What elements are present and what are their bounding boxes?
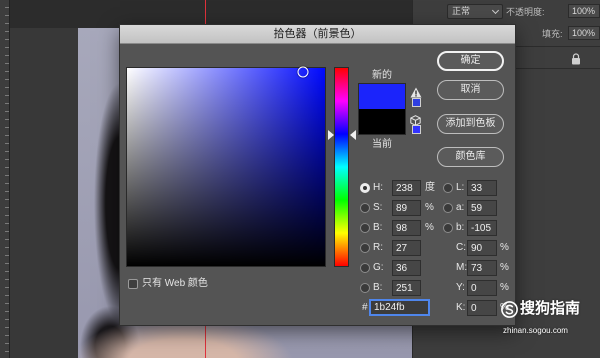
web-colors-checkbox[interactable]	[128, 279, 138, 289]
blue-input[interactable]	[392, 280, 421, 296]
cancel-button[interactable]: 取消	[437, 80, 504, 100]
current-color-swatch[interactable]	[359, 109, 405, 134]
field-label: S:	[373, 202, 383, 213]
cmyk-row-m: M: %	[443, 260, 513, 276]
black-input[interactable]	[467, 300, 497, 316]
opacity-field[interactable]: 100%	[568, 4, 600, 18]
color-picker-marker[interactable]	[297, 66, 309, 78]
lab-row-l: L:	[443, 180, 513, 196]
field-label: B:	[373, 282, 383, 293]
radio-s[interactable]	[360, 203, 370, 213]
current-color-label: 当前	[372, 139, 392, 150]
web-safe-color-swatch[interactable]	[412, 125, 421, 134]
brightness-input[interactable]	[392, 220, 421, 236]
color-picker-dialog: 拾色器（前景色） 新的 当前 确定 取消 添加到色板 颜色库 H: 度 S: %…	[120, 25, 515, 325]
field-unit: %	[425, 222, 434, 233]
lab-row-a: a:	[443, 200, 513, 216]
cmyk-row-y: Y: %	[443, 280, 513, 296]
hsb-row-h: H: 度	[360, 180, 440, 196]
magenta-input[interactable]	[467, 260, 497, 276]
blend-mode-dropdown[interactable]: 正常	[447, 4, 503, 19]
field-label: b:	[456, 222, 465, 233]
rgb-row-g: G:	[360, 260, 440, 276]
field-unit: 度	[425, 182, 435, 193]
blend-mode-value: 正常	[452, 6, 471, 16]
web-colors-label[interactable]: 只有 Web 颜色	[142, 277, 208, 291]
gamut-color-swatch[interactable]	[412, 98, 421, 107]
hue-slider-left-arrow[interactable]	[328, 130, 334, 141]
green-input[interactable]	[392, 260, 421, 276]
rgb-row-b: B:	[360, 280, 440, 296]
watermark-url: zhinan.sogou.com	[503, 326, 568, 335]
workspace-top-area	[10, 0, 412, 28]
new-color-swatch	[359, 84, 405, 109]
field-label: M:	[456, 262, 468, 273]
field-unit: %	[500, 242, 509, 253]
yellow-input[interactable]	[467, 280, 497, 296]
radio-h[interactable]	[360, 183, 370, 193]
saturation-input[interactable]	[392, 200, 421, 216]
sogou-logo-icon	[501, 301, 518, 318]
field-label: a:	[456, 202, 465, 213]
color-libraries-button[interactable]: 颜色库	[437, 147, 504, 167]
field-label: G:	[373, 262, 384, 273]
hue-slider-right-arrow[interactable]	[350, 130, 356, 141]
hex-label: #	[362, 302, 368, 313]
radio-g[interactable]	[360, 263, 370, 273]
radio-a[interactable]	[443, 203, 453, 213]
radio-l[interactable]	[443, 183, 453, 193]
hue-slider[interactable]	[335, 68, 348, 266]
field-label: L:	[456, 182, 465, 193]
hue-input[interactable]	[392, 180, 421, 196]
field-unit: %	[500, 262, 509, 273]
hex-input[interactable]	[369, 299, 430, 316]
radio-blue[interactable]	[360, 283, 370, 293]
new-color-label: 新的	[372, 70, 392, 81]
red-input[interactable]	[392, 240, 421, 256]
lab-b-input[interactable]	[467, 220, 497, 236]
rgb-row-r: R:	[360, 240, 440, 256]
lab-l-input[interactable]	[467, 180, 497, 196]
dialog-title[interactable]: 拾色器（前景色）	[120, 25, 515, 44]
chevron-down-icon	[491, 6, 500, 15]
field-label: K:	[456, 302, 466, 313]
add-to-swatches-button[interactable]: 添加到色板	[437, 114, 504, 134]
lab-row-b: b:	[443, 220, 513, 236]
ok-button[interactable]: 确定	[437, 51, 504, 71]
field-label: R:	[373, 242, 383, 253]
radio-r[interactable]	[360, 243, 370, 253]
saturation-brightness-field[interactable]	[127, 66, 325, 266]
vertical-ruler	[0, 0, 10, 358]
fill-label: 填充:	[542, 29, 563, 39]
field-label: Y:	[456, 282, 465, 293]
field-label: H:	[373, 182, 383, 193]
hsb-row-s: S: %	[360, 200, 440, 216]
field-label: C:	[456, 242, 466, 253]
field-unit: %	[500, 282, 509, 293]
lab-a-input[interactable]	[467, 200, 497, 216]
watermark-brand: 搜狗指南	[520, 300, 581, 317]
cmyk-row-c: C: %	[443, 240, 513, 256]
cyan-input[interactable]	[467, 240, 497, 256]
opacity-label: 不透明度:	[506, 7, 545, 17]
radio-lab-b[interactable]	[443, 223, 453, 233]
field-label: B:	[373, 222, 383, 233]
field-unit: %	[425, 202, 434, 213]
fill-field[interactable]: 100%	[568, 26, 600, 40]
radio-brightness[interactable]	[360, 223, 370, 233]
hsb-row-b: B: %	[360, 220, 440, 236]
